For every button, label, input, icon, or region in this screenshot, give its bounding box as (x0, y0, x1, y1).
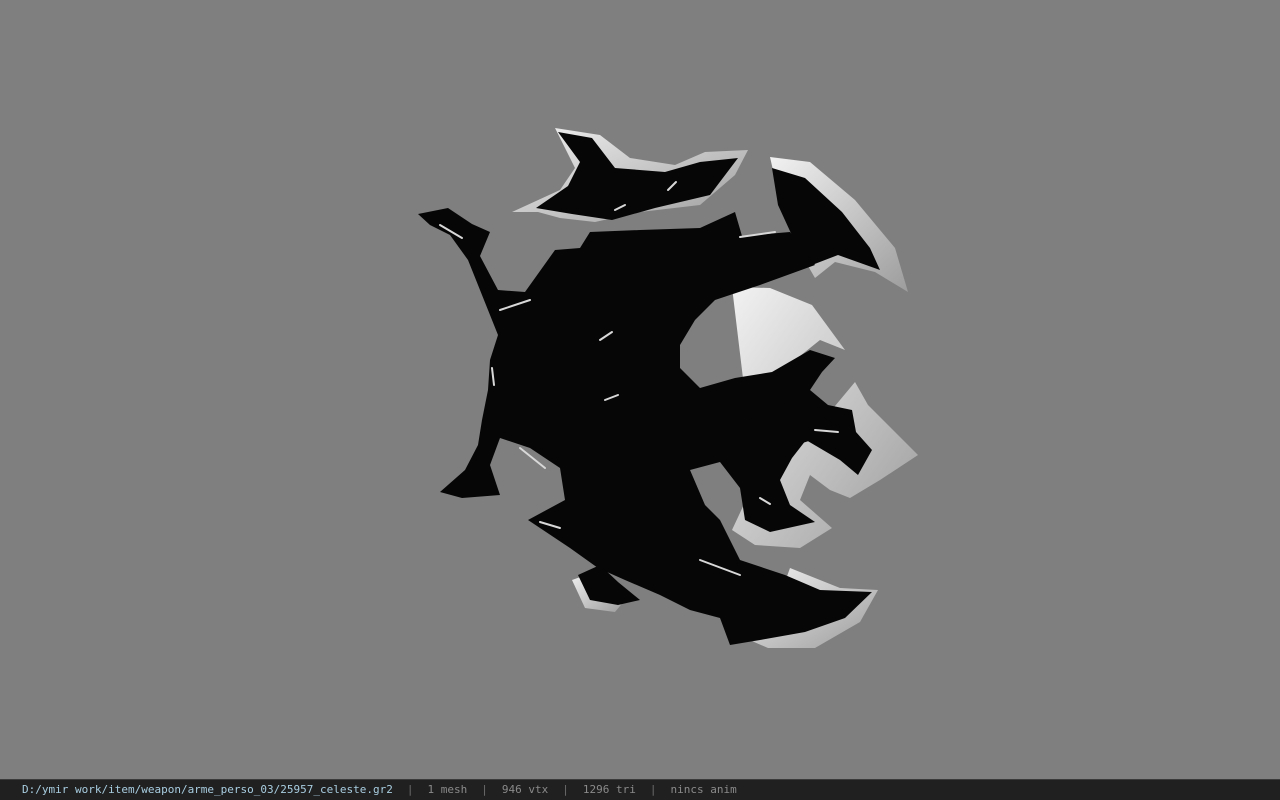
animation-status: nincs anim (670, 783, 737, 796)
weapon-model (418, 128, 918, 648)
3d-viewport[interactable] (0, 0, 1280, 779)
status-bar: D:/ymir work/item/weapon/arme_perso_03/2… (0, 779, 1280, 800)
separator: | (406, 783, 414, 796)
blade-body (418, 132, 880, 645)
separator: | (649, 783, 657, 796)
triangle-count: 1296 tri (582, 783, 636, 796)
file-path: D:/ymir work/item/weapon/arme_perso_03/2… (22, 783, 393, 796)
separator: | (481, 783, 488, 796)
separator: | (562, 783, 569, 796)
mesh-count: 1 mesh (427, 783, 468, 796)
vertex-count: 946 vtx (501, 783, 549, 796)
